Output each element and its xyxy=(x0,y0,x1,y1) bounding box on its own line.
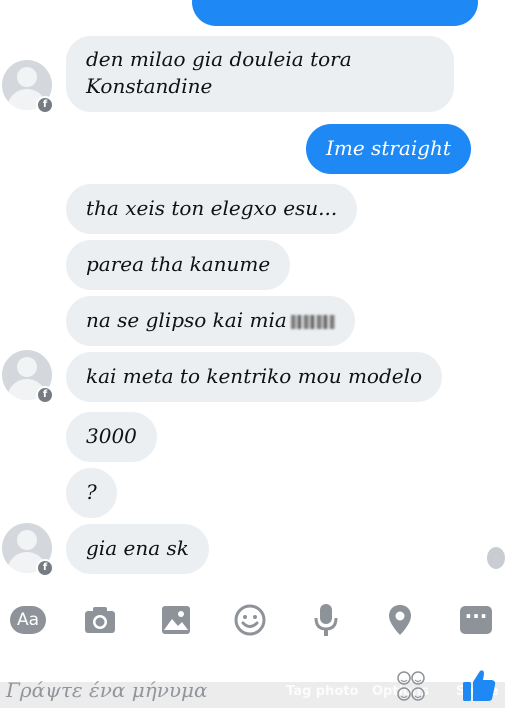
location-icon xyxy=(389,605,411,635)
avatar-head xyxy=(17,67,37,87)
message-text: 3000 xyxy=(86,424,137,448)
gallery-button[interactable] xyxy=(156,600,196,640)
sticker-icon[interactable] xyxy=(396,670,426,702)
photo-viewer-overlay: Tag photo Options Share xyxy=(0,682,505,708)
message-text: gia ena sk xyxy=(86,536,189,560)
message-bubble[interactable]: kai meta to kentriko mou modelo xyxy=(66,352,443,402)
message-text: Konstandine xyxy=(86,74,213,98)
emoji-button[interactable] xyxy=(230,600,270,640)
text-style-icon: Aa xyxy=(10,606,46,634)
message-bubble[interactable]: gia ena sk xyxy=(66,524,209,574)
text-style-button[interactable]: Aa xyxy=(8,600,48,640)
camera-icon xyxy=(85,607,115,633)
message-text: ? xyxy=(86,480,97,504)
message-bubble[interactable]: na se glipso kai mia xyxy=(66,296,355,346)
message-bubble-outgoing[interactable]: Ime straight xyxy=(306,124,471,174)
message-bubble[interactable]: den milao gia douleia tora Konstandine xyxy=(66,36,454,112)
camera-button[interactable] xyxy=(80,600,120,640)
avatar-head xyxy=(17,530,37,550)
message-bubble[interactable]: 3000 xyxy=(66,412,157,462)
tag-photo-link[interactable]: Tag photo xyxy=(286,684,358,699)
message-bubble-outgoing-cropped[interactable] xyxy=(192,0,478,26)
like-thumb-icon[interactable] xyxy=(462,668,496,702)
facebook-badge-icon: f xyxy=(36,96,54,114)
more-icon: ··· xyxy=(460,606,492,634)
location-button[interactable] xyxy=(380,600,420,640)
facebook-badge-icon: f xyxy=(36,559,54,577)
message-bubble[interactable]: tha xeis ton elegxo esu... xyxy=(66,184,358,234)
message-text: Ime straight xyxy=(326,136,451,160)
more-button[interactable]: ··· xyxy=(456,600,496,640)
microphone-icon xyxy=(314,604,338,636)
emoji-icon xyxy=(234,604,266,636)
message-bubble[interactable]: parea tha kanume xyxy=(66,240,291,290)
seen-indicator-avatar xyxy=(487,547,505,569)
avatar-head xyxy=(17,357,37,377)
message-text: parea tha kanume xyxy=(86,252,271,276)
facebook-badge-icon: f xyxy=(36,386,54,404)
message-text: kai meta to kentriko mou modelo xyxy=(86,364,423,388)
message-text: na se glipso kai mia xyxy=(86,308,287,332)
image-icon xyxy=(162,606,190,634)
message-thread[interactable]: den milao gia douleia tora Konstandine f… xyxy=(0,0,505,590)
message-text: den milao gia douleia tora xyxy=(86,47,352,71)
blurred-word xyxy=(290,314,335,329)
message-text: tha xeis ton elegxo esu... xyxy=(86,196,338,220)
message-bubble[interactable]: ? xyxy=(66,468,117,518)
voice-button[interactable] xyxy=(306,600,346,640)
